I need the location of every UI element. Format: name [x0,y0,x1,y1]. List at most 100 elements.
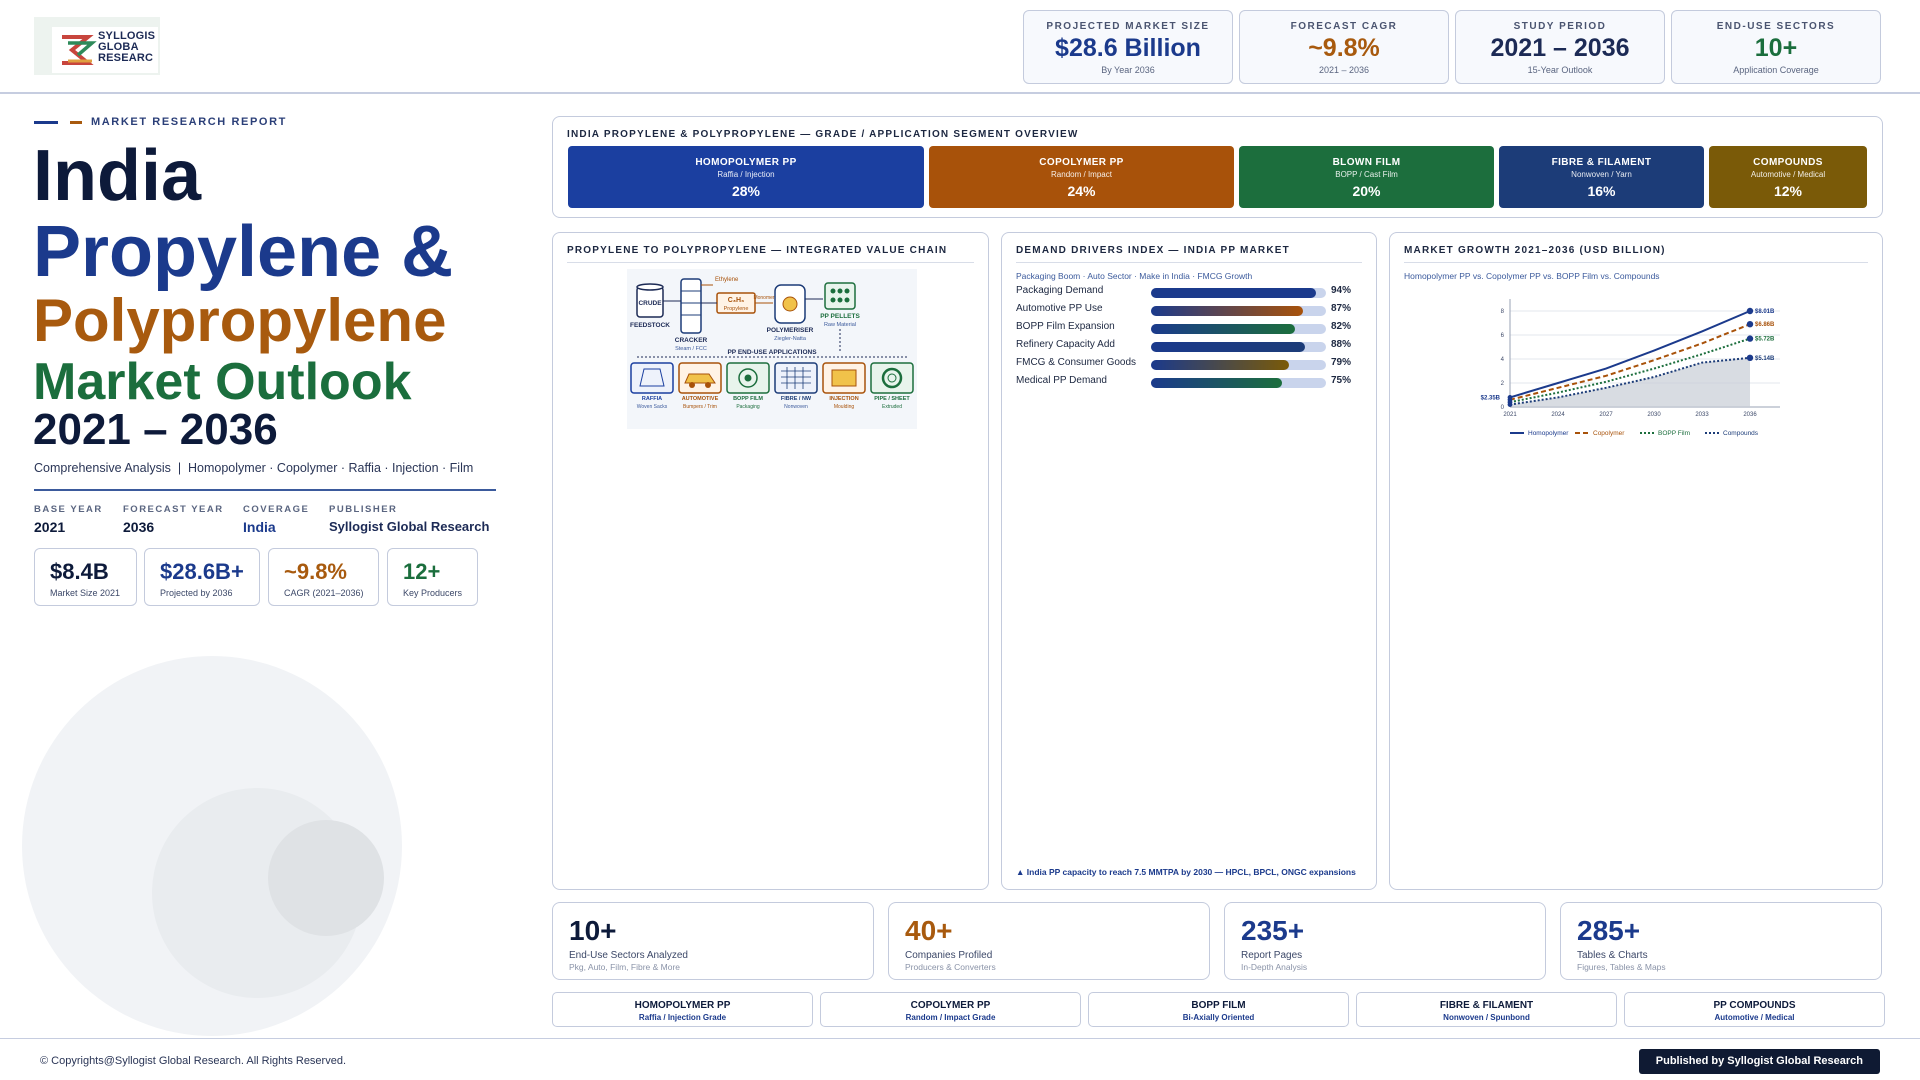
meta-label: COVERAGE [243,504,310,515]
app-pipe-sub: Extruded [882,404,902,410]
pellets-label: PP PELLETS [820,313,860,320]
segment-sub: Automotive / Medical [1750,170,1826,179]
x-tick-label: 2021 [1503,412,1517,418]
segment-blown-film[interactable]: BLOWN FILM BOPP / Cast Film 20% [1239,146,1494,208]
chip-bopp-film[interactable]: BOPP FILM Bi-Axially Oriented [1088,992,1349,1027]
driver-value: 82% [1331,321,1352,332]
kpi-label: END-USE SECTORS [1716,21,1836,32]
chip-copolymer[interactable]: COPOLYMER PP Random / Impact Grade [820,992,1081,1027]
injection-mould-icon [822,362,866,394]
chip-name: PP COMPOUNDS [1713,1000,1796,1011]
y-tick-label: 8 [1501,309,1505,315]
chip-homopolymer[interactable]: HOMOPOLYMER PP Raffia / Injection Grade [552,992,813,1027]
x-tick-label: 2024 [1551,412,1565,418]
eyebrow-dash-orange [70,121,82,124]
logo-line-3: RESEARC [98,52,154,64]
driver-row: Medical PP Demand 75% [1016,375,1361,389]
panel-rule [567,262,974,263]
series-end-point [1746,307,1754,315]
driver-label: Refinery Capacity Add [1016,339,1115,350]
monomer-label: Monomer [753,295,774,301]
panel-rule [1016,262,1362,263]
chip-pp-compounds[interactable]: PP COMPOUNDS Automotive / Medical [1624,992,1885,1027]
driver-value: 87% [1331,303,1352,314]
segment-name: COPOLYMER PP [1039,157,1124,168]
segment-homopolymer[interactable]: HOMOPOLYMER PP Raffia / Injection 28% [568,146,924,208]
legend-label: BOPP Film [1658,430,1690,437]
polymeriser-reactor-icon [774,284,806,324]
chip-sub: Bi-Axially Oriented [1182,1013,1255,1022]
segment-name: COMPOUNDS [1753,157,1823,168]
y-tick-label: 2 [1501,381,1505,387]
pipe-sheet-icon [870,362,914,394]
stat-card-projected: $28.6B+ Projected by 2036 [144,548,260,606]
meta-forecast-year: FORECAST YEAR 2036 [123,504,224,535]
stat-value: 12+ [403,559,441,584]
bottom-stat-pages: 235+ Report Pages In-Depth Analysis [1224,902,1546,980]
kpi-value: 10+ [1754,34,1798,62]
ethylene-label: Ethylene [715,277,739,283]
cracker-sub: Steam / FCC [675,346,707,352]
bottom-stat-sub: Producers & Converters [905,962,996,972]
stat-card-cagr: ~9.8% CAGR (2021–2036) [268,548,379,606]
kpi-value: 2021 – 2036 [1490,34,1630,62]
panel-title: MARKET GROWTH 2021–2036 (USD BILLION) [1404,245,1666,256]
company-logo[interactable]: SYLLOGIS GLOBA RESEARC [34,17,160,75]
legend-label: Copolymer [1593,430,1625,437]
growth-subtitle: Homopolymer PP vs. Copolymer PP vs. BOPP… [1404,271,1660,281]
pp-pellets-icon [824,282,856,310]
end-use-label: PP END-USE APPLICATIONS [727,349,817,356]
segment-sub: BOPP / Cast Film [1335,170,1398,179]
panel-title: DEMAND DRIVERS INDEX — INDIA PP MARKET [1016,245,1290,256]
bopp-film-roll-icon [726,362,770,394]
segment-share: 24% [1067,183,1096,199]
series-end-point [1746,354,1754,361]
panel-title: INDIA PROPYLENE & POLYPROPYLENE — GRADE … [567,129,1079,140]
propylene-label: Propylene [724,306,749,312]
segment-copolymer[interactable]: COPOLYMER PP Random / Impact 24% [929,146,1234,208]
bottom-stat-sub: In-Depth Analysis [1241,962,1308,972]
publisher-badge[interactable]: Published by Syllogist Global Research [1638,1049,1880,1074]
stat-value: $8.4B [50,559,109,584]
panel-title: PROPYLENE TO POLYPROPYLENE — INTEGRATED … [567,245,948,256]
meta-coverage: COVERAGE India [243,504,309,535]
segment-compounds[interactable]: COMPOUNDS Automotive / Medical 12% [1709,146,1867,208]
stat-value: $28.6B+ [160,559,244,584]
chip-fibre-filament[interactable]: FIBRE & FILAMENT Nonwoven / Spunbond [1356,992,1617,1027]
bottom-stat-label: Tables & Charts [1577,950,1648,961]
kpi-value: $28.6 Billion [1055,34,1201,62]
meta-value: 2021 [34,519,66,535]
bottom-stat-label: End-Use Sectors Analyzed [569,950,688,961]
y-tick-label: 4 [1501,357,1505,363]
meta-label: PUBLISHER [329,504,398,515]
driver-fill [1151,360,1290,370]
footer: © Copyrights@Syllogist Global Research. … [0,1038,1920,1080]
kpi-label: PROJECTED MARKET SIZE [1046,21,1210,32]
stat-label: Key Producers [403,588,463,598]
driver-track [1151,342,1326,352]
y-tick-label: 0 [1501,405,1505,411]
hero-subtitle: Comprehensive Analysis | Homopolymer · C… [34,461,474,475]
x-tick-label: 2030 [1647,412,1661,418]
series-end-label: $5.72B [1755,337,1775,343]
driver-fill [1151,378,1283,388]
segment-sub: Random / Impact [1051,170,1112,179]
kpi-sub: By Year 2036 [1101,65,1155,75]
crude-label: CRUDE [638,300,662,307]
chip-sub: Nonwoven / Spunbond [1443,1013,1530,1022]
bottom-stat-sub: Pkg, Auto, Film, Fibre & More [569,962,681,972]
kpi-card-study-period: STUDY PERIOD 2021 – 2036 15-Year Outlook [1455,10,1665,84]
segment-fibre-filament[interactable]: FIBRE & FILAMENT Nonwoven / Yarn 16% [1499,146,1704,208]
meta-label: BASE YEAR [34,504,103,515]
driver-label: BOPP Film Expansion [1016,321,1115,332]
driver-row: Refinery Capacity Add 88% [1016,339,1361,353]
raffia-sack-icon [630,362,674,394]
meta-value: India [243,519,276,535]
kpi-card-end-use-sectors: END-USE SECTORS 10+ Application Coverage [1671,10,1881,84]
segment-sub: Raffia / Injection [717,170,775,179]
driver-value: 94% [1331,285,1352,296]
kpi-card-cagr: FORECAST CAGR ~9.8% 2021 – 2036 [1239,10,1449,84]
hero-divider [34,489,496,491]
eyebrow-text: MARKET RESEARCH REPORT [91,116,287,128]
bottom-stat-sectors: 10+ End-Use Sectors Analyzed Pkg, Auto, … [552,902,874,980]
